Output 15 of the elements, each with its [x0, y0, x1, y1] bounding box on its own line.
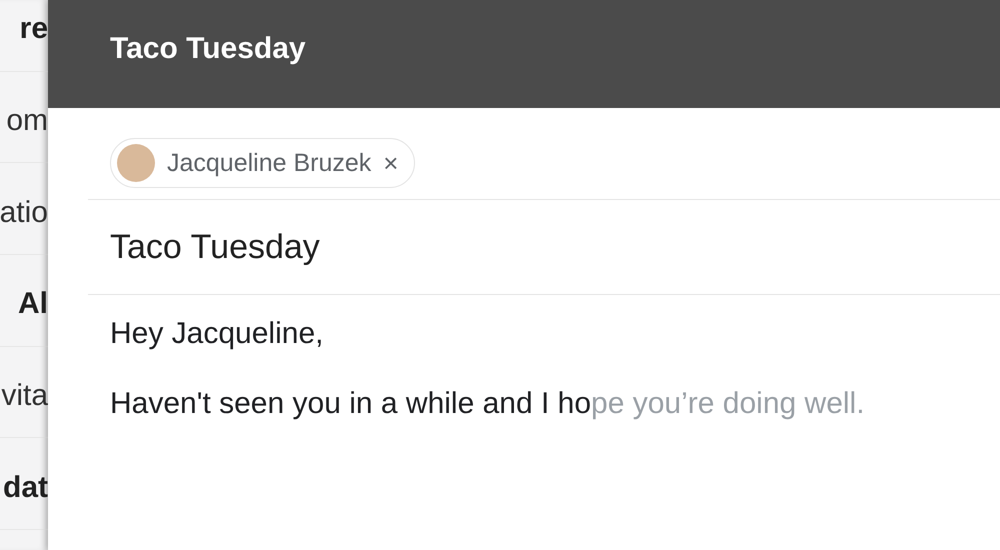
recipient-chip[interactable]: Jacqueline Bruzek ×: [110, 138, 416, 188]
greeting-text: Hey Jacqueline,: [110, 317, 324, 351]
email-subject: vita: [1, 379, 48, 414]
recipient-name: Jacqueline Bruzek: [167, 148, 372, 178]
email-subject: dat: [3, 470, 48, 505]
subject-field[interactable]: Taco Tuesday: [88, 200, 1000, 295]
remove-button[interactable]: ×: [383, 148, 398, 178]
email-subject: om: [6, 104, 48, 138]
window-title: Taco Tuesday: [110, 32, 306, 66]
avatar-icon: [117, 144, 155, 182]
message-body[interactable]: Hey Jacqueline, Haven't seen you in a while and I hope you’re doing well.: [48, 295, 1000, 421]
body-text: Haven't seen you in a while and I hope you’re doing well.: [110, 387, 866, 421]
email-subject: re: [20, 12, 48, 46]
email-subject: atio: [0, 196, 48, 230]
email-subject: Al: [18, 287, 48, 322]
